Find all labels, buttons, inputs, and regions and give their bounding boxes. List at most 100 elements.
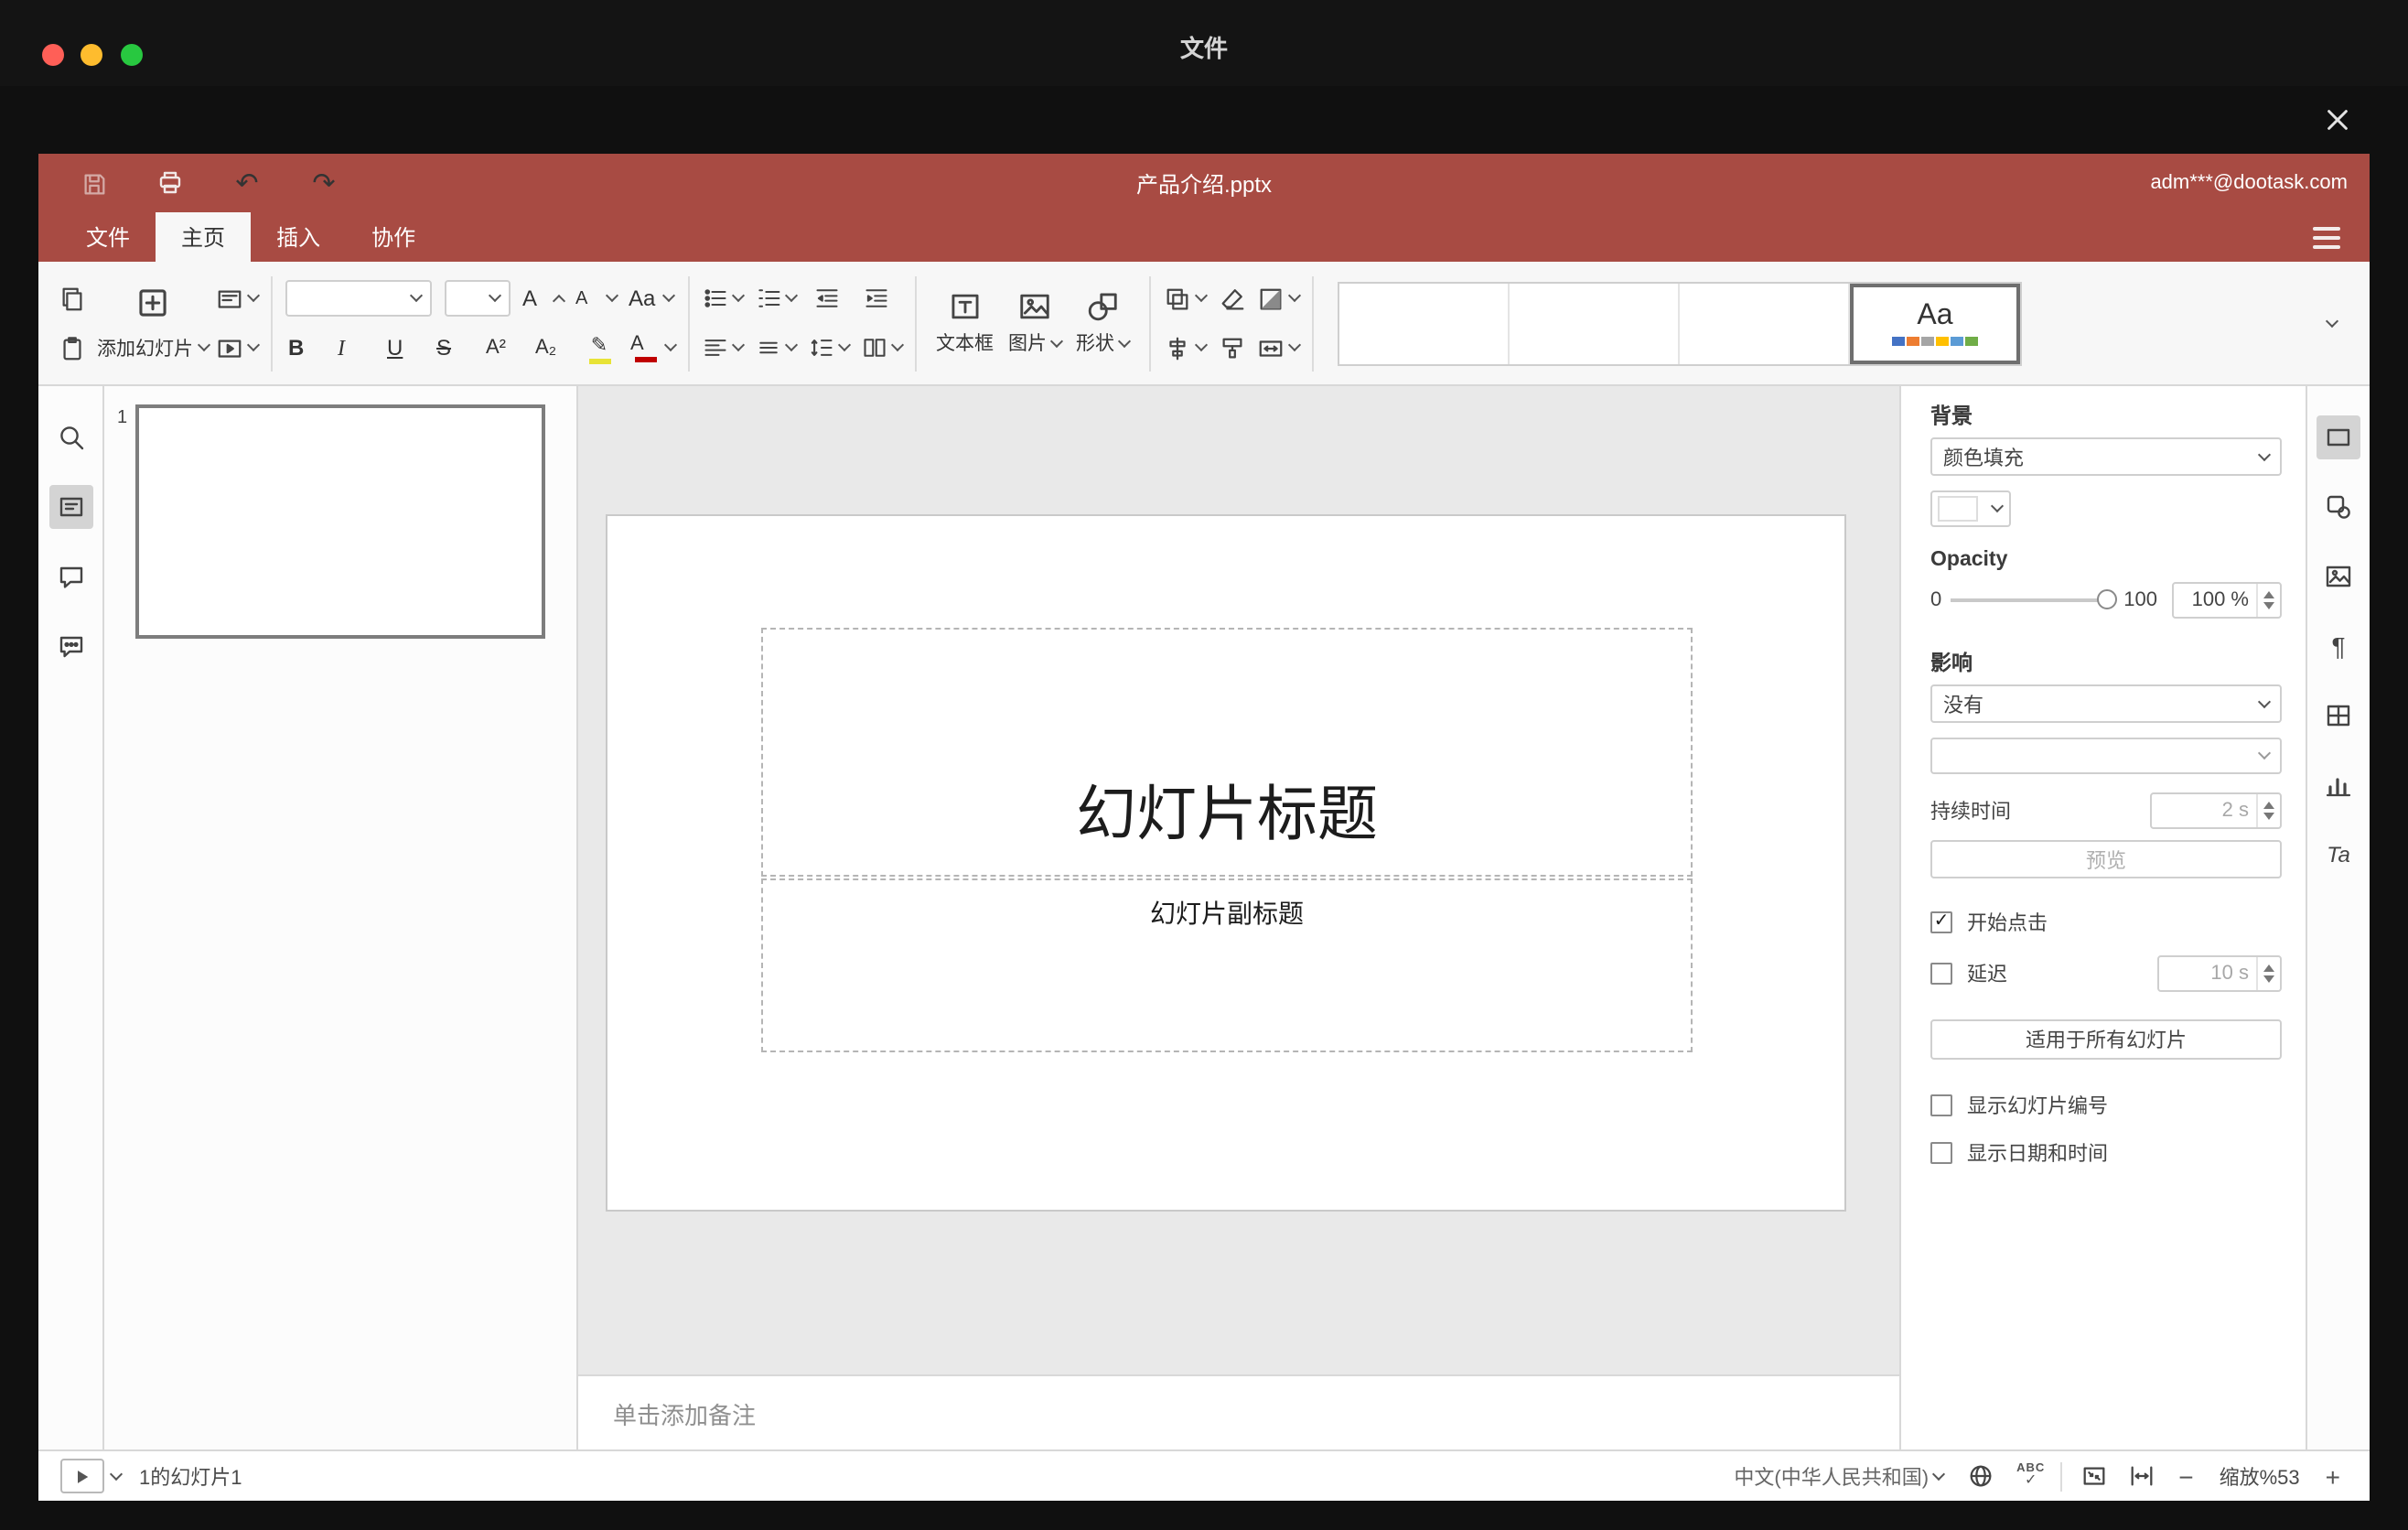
change-case-button[interactable]: Aa (629, 280, 675, 317)
line-spacing-button[interactable] (808, 329, 851, 366)
background-fill-select[interactable]: 颜色填充 (1930, 437, 2282, 476)
delay-stepper[interactable] (2256, 957, 2280, 990)
tab-collaboration[interactable]: 协作 (346, 212, 441, 262)
increase-indent-button[interactable] (857, 280, 894, 317)
paste-button[interactable] (53, 329, 90, 366)
start-slideshow-button[interactable] (215, 329, 260, 366)
account-email: adm***@dootask.com (2150, 172, 2348, 194)
theme-gallery-expand-button[interactable] (2311, 305, 2348, 341)
underline-button[interactable]: U (383, 329, 420, 366)
search-icon[interactable] (48, 415, 92, 459)
italic-button[interactable]: I (334, 329, 371, 366)
columns-button[interactable] (861, 329, 904, 366)
slide-canvas[interactable]: 幻灯片标题 幻灯片副标题 (578, 386, 1899, 1374)
zoom-in-button[interactable]: + (2318, 1461, 2348, 1491)
transition-variant-select[interactable] (1930, 738, 2282, 774)
opacity-min-label: 0 (1930, 589, 1942, 611)
slide-layout-button[interactable] (215, 280, 260, 317)
delay-input[interactable]: 10 s (2157, 955, 2282, 992)
fit-width-icon[interactable] (2123, 1458, 2160, 1494)
numbering-button[interactable] (755, 280, 798, 317)
menu-icon[interactable] (2313, 227, 2340, 249)
theme-aa-label: Aa (1917, 299, 1953, 330)
theme-option-3[interactable] (1680, 283, 1850, 363)
strikeout-button[interactable]: S (433, 329, 469, 366)
horizontal-align-button[interactable] (702, 329, 745, 366)
language-select[interactable]: 中文(中华人民共和国) (1734, 1461, 1946, 1491)
slide-settings-icon[interactable] (2317, 415, 2360, 459)
vertical-align-button[interactable] (755, 329, 798, 366)
apply-to-all-slides-button[interactable]: 适用于所有幻灯片 (1930, 1019, 2282, 1060)
show-slide-number-checkbox[interactable] (1930, 1094, 1952, 1116)
decrease-indent-button[interactable] (808, 280, 844, 317)
comments-icon[interactable] (48, 555, 92, 598)
bullets-button[interactable] (702, 280, 745, 317)
insert-shape-button[interactable]: 形状 (1069, 289, 1136, 357)
slide-thumbnail-1[interactable] (135, 404, 545, 639)
textart-settings-icon[interactable]: Ta (2317, 833, 2360, 877)
tab-home[interactable]: 主页 (156, 212, 252, 262)
clear-style-button[interactable] (1213, 280, 1250, 317)
slideshow-options-chevron[interactable] (109, 1466, 124, 1481)
print-button[interactable] (152, 165, 188, 201)
title-placeholder[interactable]: 幻灯片标题 (761, 628, 1693, 877)
superscript-button[interactable]: A² (482, 329, 519, 366)
undo-button[interactable]: ↶ (229, 165, 265, 201)
theme-option-selected[interactable]: Aa (1850, 283, 2020, 363)
close-icon[interactable] (2320, 102, 2353, 135)
subtitle-placeholder[interactable]: 幻灯片副标题 (761, 878, 1693, 1052)
opacity-input[interactable]: 100 % (2172, 582, 2282, 619)
transition-effect-select[interactable]: 没有 (1930, 684, 2282, 723)
copy-style-button[interactable] (1213, 329, 1250, 366)
transition-effect-value: 没有 (1943, 695, 1983, 717)
tab-file[interactable]: 文件 (60, 212, 156, 262)
opacity-slider-knob[interactable] (2096, 589, 2117, 609)
image-settings-icon[interactable] (2317, 555, 2360, 598)
bold-button[interactable]: B (285, 329, 321, 366)
paragraph-settings-icon[interactable]: ¶ (2317, 624, 2360, 668)
fill-color-button[interactable] (1257, 280, 1302, 317)
subscript-button[interactable]: A₂ (532, 329, 568, 366)
duration-stepper[interactable] (2256, 794, 2280, 827)
fit-slide-icon[interactable] (2076, 1458, 2112, 1494)
shape-settings-icon[interactable] (2317, 485, 2360, 529)
zoom-out-button[interactable]: − (2171, 1461, 2200, 1491)
insert-textbox-button[interactable]: 文本框 (929, 289, 1001, 357)
add-slide-button[interactable]: 添加幻灯片 (97, 334, 210, 361)
opacity-slider[interactable] (1951, 589, 2117, 611)
show-date-time-checkbox[interactable] (1930, 1142, 1952, 1164)
notes-area[interactable]: 单击添加备注 (578, 1374, 1899, 1449)
chart-settings-icon[interactable] (2317, 763, 2360, 807)
document-language-icon[interactable] (1962, 1458, 1998, 1494)
slides-panel-icon[interactable] (48, 485, 92, 529)
slide-size-button[interactable] (1257, 329, 1302, 366)
align-shape-button[interactable] (1164, 329, 1209, 366)
slide-1[interactable]: 幻灯片标题 幻灯片副标题 (606, 514, 1846, 1212)
save-button[interactable] (75, 165, 112, 201)
start-slideshow-status-button[interactable] (60, 1459, 104, 1493)
decrease-font-button[interactable]: A (575, 280, 618, 317)
preview-button[interactable]: 预览 (1930, 840, 2282, 878)
background-color-picker[interactable] (1930, 490, 2011, 527)
delay-checkbox[interactable] (1930, 963, 1952, 985)
spellcheck-icon[interactable]: ABC ✓ (2016, 1462, 2045, 1489)
font-size-select[interactable] (444, 280, 510, 317)
theme-option-2[interactable] (1510, 283, 1680, 363)
copy-button[interactable] (53, 280, 90, 317)
font-name-select[interactable] (285, 280, 431, 317)
font-color-button[interactable]: A (630, 329, 677, 366)
duration-input[interactable]: 2 s (2150, 792, 2282, 829)
redo-button[interactable]: ↷ (306, 165, 342, 201)
theme-option-1[interactable] (1339, 283, 1510, 363)
start-on-click-checkbox[interactable] (1930, 911, 1952, 933)
increase-font-button[interactable]: A (522, 280, 565, 317)
insert-image-button[interactable]: 图片 (1001, 289, 1069, 357)
opacity-stepper[interactable] (2256, 584, 2280, 617)
arrange-shape-button[interactable] (1164, 280, 1209, 317)
tab-insert[interactable]: 插入 (251, 212, 346, 262)
feedback-chat-icon[interactable] (48, 624, 92, 668)
table-settings-icon[interactable] (2317, 694, 2360, 738)
editor-window: ↶ ↷ 产品介绍.pptx adm***@dootask.com 文件 主页 插… (38, 154, 2370, 1501)
highlight-color-button[interactable]: ✎ (581, 329, 618, 366)
delay-value: 10 s (2210, 963, 2249, 985)
